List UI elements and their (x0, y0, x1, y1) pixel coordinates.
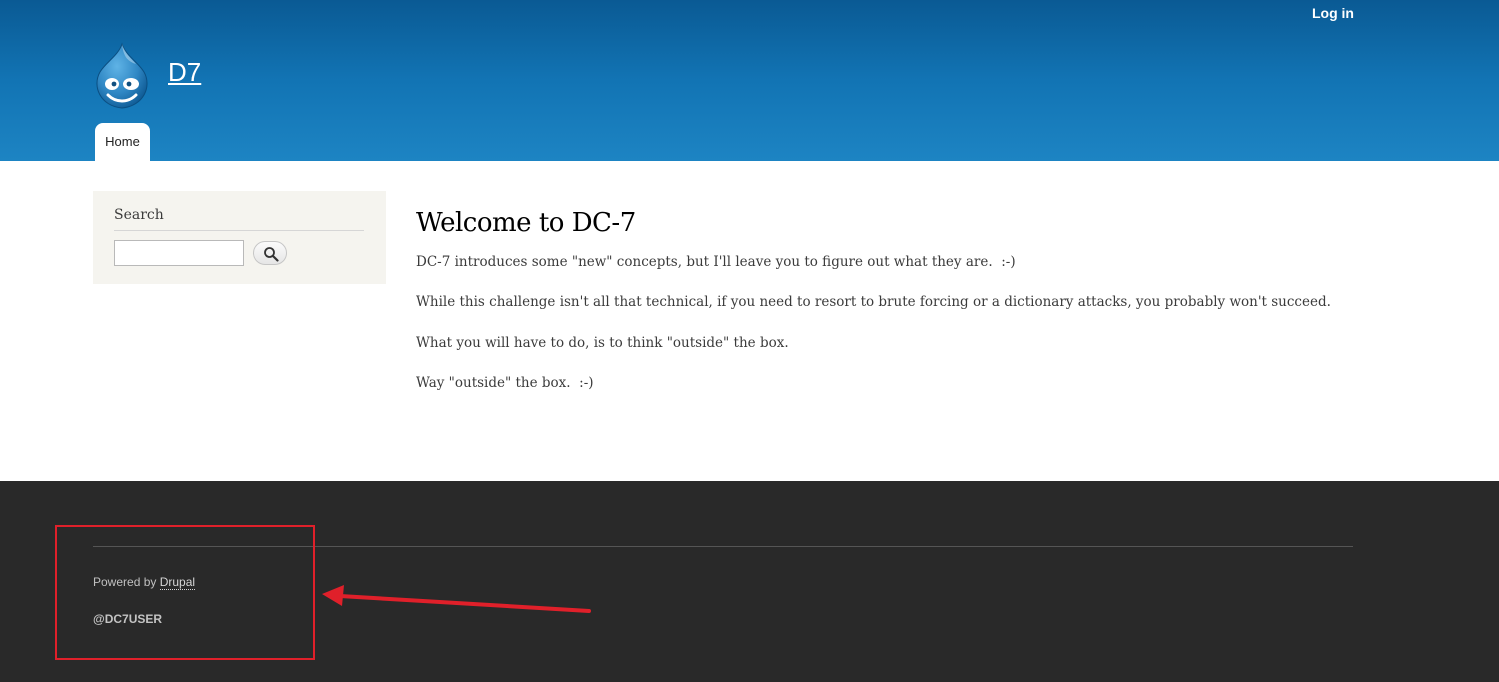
body-paragraph: Way "outside" the box. :-) (416, 375, 594, 391)
site-header: Log in D7 Home (0, 0, 1499, 161)
search-button[interactable] (253, 241, 287, 265)
site-name[interactable]: D7 (168, 57, 201, 88)
search-title-divider (114, 230, 364, 231)
tab-home[interactable]: Home (95, 123, 150, 161)
main-content: Welcome to DC-7 DC-7 introduces some "ne… (416, 205, 1416, 391)
body-paragraph: DC-7 introduces some "new" concepts, but… (416, 254, 1016, 270)
page-title: Welcome to DC-7 (416, 208, 636, 238)
annotation-highlight-box (55, 525, 315, 660)
body-paragraph: While this challenge isn't all that tech… (416, 294, 1331, 310)
search-block-title: Search (114, 207, 164, 223)
search-input[interactable] (114, 240, 244, 266)
login-link[interactable]: Log in (1312, 5, 1354, 21)
drupal-drop-icon[interactable] (92, 42, 152, 110)
tab-home-label: Home (105, 134, 140, 149)
search-icon (264, 247, 279, 262)
body-paragraph: What you will have to do, is to think "o… (416, 335, 789, 351)
search-block: Search (93, 191, 386, 284)
site-footer: Powered by Drupal @DC7USER (0, 481, 1499, 682)
